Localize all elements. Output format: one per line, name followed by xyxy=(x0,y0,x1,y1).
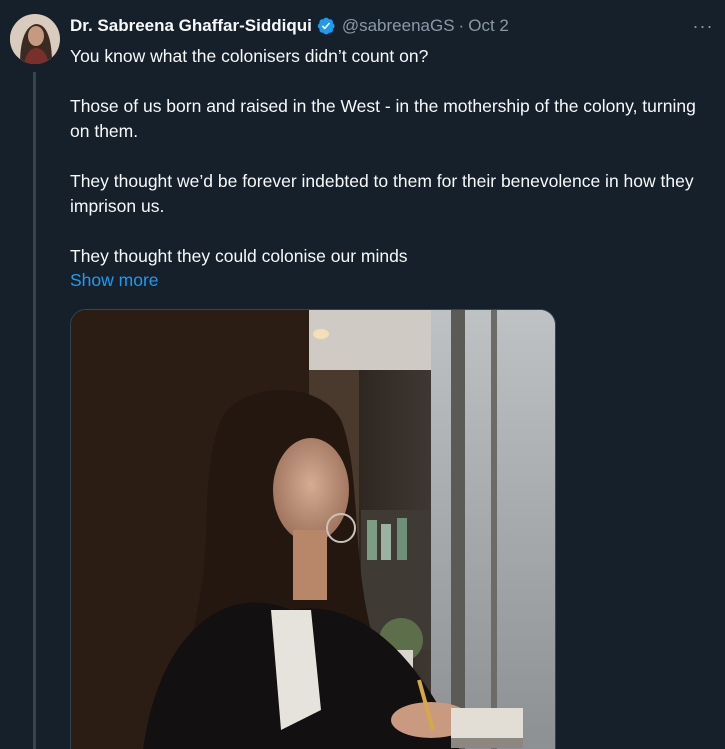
tweet-paragraph: Those of us born and raised in the West … xyxy=(70,96,696,141)
header-separator: · xyxy=(458,16,465,35)
tweet-text: You know what the colonisers didn’t coun… xyxy=(70,44,710,269)
tweet-paragraph: They thought we’d be forever indebted to… xyxy=(70,171,694,216)
show-more-link[interactable]: Show more xyxy=(70,268,159,293)
tweet-date[interactable]: Oct 2 xyxy=(468,16,509,36)
verified-badge-icon xyxy=(316,16,336,36)
tweet-paragraph: They thought they could colonise our min… xyxy=(70,246,408,266)
tweet-paragraph: You know what the colonisers didn’t coun… xyxy=(70,46,429,66)
author-name[interactable]: Dr. Sabreena Ghaffar-Siddiqui xyxy=(70,16,312,36)
thread-line xyxy=(33,72,36,749)
tweet-photo[interactable] xyxy=(70,309,556,749)
tweet[interactable]: Dr. Sabreena Ghaffar-Siddiqui @sabreenaG… xyxy=(0,0,725,749)
avatar[interactable] xyxy=(10,14,60,64)
tweet-header: Dr. Sabreena Ghaffar-Siddiqui @sabreenaG… xyxy=(70,16,509,36)
more-horizontal-icon[interactable]: ··· xyxy=(691,14,715,38)
photo-image xyxy=(71,310,555,749)
author-handle[interactable]: @sabreenaGS xyxy=(342,16,455,36)
